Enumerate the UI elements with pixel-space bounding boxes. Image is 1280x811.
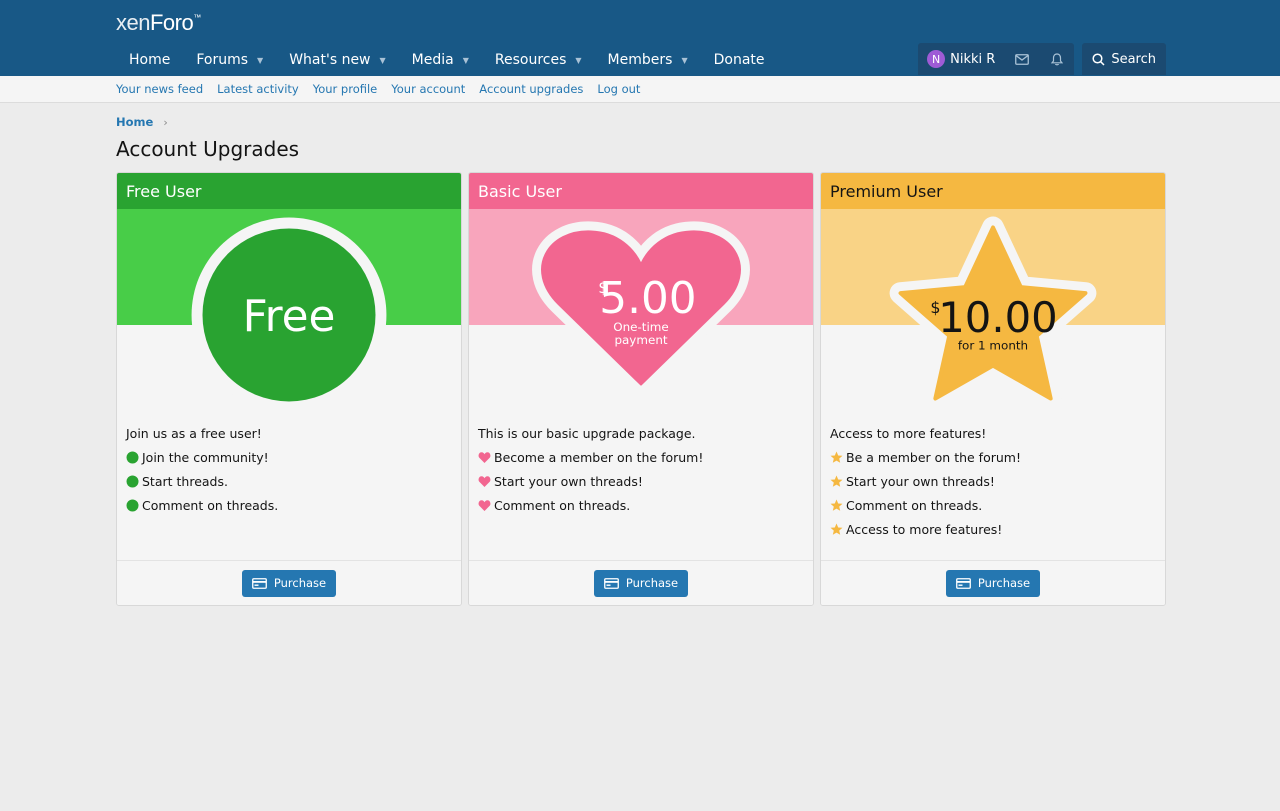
nav-forums[interactable]: Forums ▼ bbox=[183, 44, 276, 76]
price-value: 5.00 bbox=[599, 273, 696, 324]
list-item: Comment on threads. bbox=[126, 498, 278, 513]
price-note: One-time bbox=[613, 320, 669, 334]
caret-down-icon[interactable]: ▼ bbox=[463, 56, 469, 65]
list-item: Join the community! bbox=[126, 450, 278, 465]
star-icon bbox=[830, 451, 843, 463]
card-header: Basic User bbox=[469, 173, 813, 209]
list-item: Access to more features! bbox=[830, 522, 1021, 537]
caret-down-icon[interactable]: ▼ bbox=[380, 56, 386, 65]
list-item: Start your own threads! bbox=[478, 474, 703, 489]
upgrade-cards: Free User Free Join us as a free user! J… bbox=[116, 172, 1166, 606]
search-button[interactable]: Search bbox=[1082, 43, 1166, 75]
card-header: Premium User bbox=[821, 173, 1165, 209]
circle-icon bbox=[126, 475, 139, 488]
avatar: N bbox=[927, 50, 946, 68]
main-nav: Home Forums ▼ What's new ▼ Media ▼ Resource… bbox=[116, 44, 778, 76]
price-label: Free bbox=[243, 291, 336, 342]
card-intro: This is our basic upgrade package. bbox=[478, 426, 696, 441]
chevron-right-icon: › bbox=[163, 115, 168, 129]
list-item: Comment on threads. bbox=[830, 498, 1021, 513]
subnav-news-feed[interactable]: Your news feed bbox=[116, 82, 203, 96]
caret-down-icon[interactable]: ▼ bbox=[575, 56, 581, 65]
upgrade-card-premium: Premium User $ 10.00 for 1 month Access … bbox=[820, 172, 1166, 606]
breadcrumb-home[interactable]: Home bbox=[116, 115, 153, 129]
credit-card-icon bbox=[955, 577, 971, 589]
caret-down-icon[interactable]: ▼ bbox=[681, 56, 687, 65]
star-icon bbox=[830, 499, 843, 511]
card-footer: Purchase bbox=[117, 560, 461, 605]
subnav-your-profile[interactable]: Your profile bbox=[313, 82, 378, 96]
search-icon bbox=[1092, 52, 1105, 66]
nav-whats-new[interactable]: What's new ▼ bbox=[276, 44, 398, 76]
bell-icon[interactable] bbox=[1039, 43, 1074, 75]
star-icon bbox=[830, 475, 843, 487]
user-nav: N Nikki R Search bbox=[918, 43, 1166, 75]
nav-resources[interactable]: Resources ▼ bbox=[482, 44, 595, 76]
page-title: Account Upgrades bbox=[116, 137, 300, 161]
card-description: This is our basic upgrade package. Becom… bbox=[478, 426, 703, 522]
price-value: 10.00 bbox=[938, 293, 1058, 342]
nav-home[interactable]: Home bbox=[116, 44, 183, 76]
circle-icon bbox=[126, 451, 139, 464]
purchase-button[interactable]: Purchase bbox=[593, 569, 689, 597]
account-link[interactable]: N Nikki R bbox=[918, 43, 1004, 75]
purchase-button[interactable]: Purchase bbox=[241, 569, 337, 597]
price-note: payment bbox=[614, 333, 667, 347]
card-header: Free User bbox=[117, 173, 461, 209]
nav-members[interactable]: Members ▼ bbox=[595, 44, 701, 76]
list-item: Become a member on the forum! bbox=[478, 450, 703, 465]
username: Nikki R bbox=[950, 51, 996, 67]
inbox-icon[interactable] bbox=[1004, 43, 1039, 75]
subnav-latest-activity[interactable]: Latest activity bbox=[217, 82, 299, 96]
price-note: for 1 month bbox=[958, 339, 1028, 353]
sub-nav: Your news feed Latest activity Your prof… bbox=[0, 76, 1280, 103]
card-description: Join us as a free user! Join the communi… bbox=[126, 426, 278, 522]
heart-icon bbox=[478, 452, 491, 463]
upgrade-card-free: Free User Free Join us as a free user! J… bbox=[116, 172, 462, 606]
subnav-log-out[interactable]: Log out bbox=[597, 82, 640, 96]
list-item: Start threads. bbox=[126, 474, 278, 489]
heart-icon bbox=[478, 476, 491, 487]
star-icon bbox=[830, 523, 843, 535]
caret-down-icon[interactable]: ▼ bbox=[257, 56, 263, 65]
circle-icon bbox=[126, 499, 139, 512]
card-footer: Purchase bbox=[821, 560, 1165, 605]
purchase-button[interactable]: Purchase bbox=[945, 569, 1041, 597]
heart-icon bbox=[478, 500, 491, 511]
list-item: Comment on threads. bbox=[478, 498, 703, 513]
card-footer: Purchase bbox=[469, 560, 813, 605]
price-badge-heart: $ 5.00 One-time payment bbox=[532, 221, 750, 395]
user-box: N Nikki R bbox=[918, 43, 1075, 75]
site-header: xenForo™ Home Forums ▼ What's new ▼ Media ▼… bbox=[0, 0, 1280, 76]
breadcrumb: Home › bbox=[116, 115, 168, 129]
card-description: Access to more features! Be a member on … bbox=[830, 426, 1021, 546]
card-intro: Access to more features! bbox=[830, 426, 987, 441]
nav-donate[interactable]: Donate bbox=[701, 44, 778, 76]
subnav-account-upgrades[interactable]: Account upgrades bbox=[479, 82, 583, 96]
card-intro: Join us as a free user! bbox=[126, 426, 262, 441]
price-badge-circle: Free bbox=[191, 217, 387, 409]
upgrade-card-basic: Basic User $ 5.00 One-time payment This … bbox=[468, 172, 814, 606]
credit-card-icon bbox=[251, 577, 267, 589]
list-item: Be a member on the forum! bbox=[830, 450, 1021, 465]
subnav-your-account[interactable]: Your account bbox=[391, 82, 465, 96]
site-logo[interactable]: xenForo™ bbox=[116, 10, 201, 36]
nav-media[interactable]: Media ▼ bbox=[399, 44, 482, 76]
list-item: Start your own threads! bbox=[830, 474, 1021, 489]
credit-card-icon bbox=[603, 577, 619, 589]
price-badge-star: $ 10.00 for 1 month bbox=[889, 216, 1097, 409]
